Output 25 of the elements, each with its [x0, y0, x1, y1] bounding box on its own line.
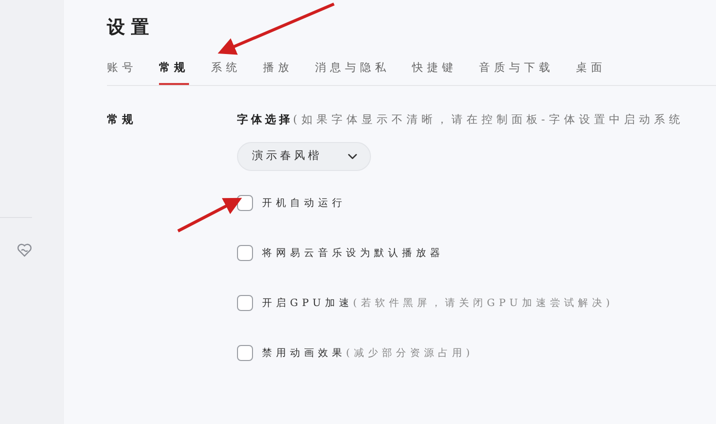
font-select-label: 字体选择 — [237, 112, 293, 128]
option-label: 将网易云音乐设为默认播放器 — [262, 246, 444, 260]
heart-icon[interactable] — [17, 243, 32, 257]
tab[interactable]: 快捷键 — [412, 60, 457, 84]
page-title: 设置 — [107, 16, 155, 40]
tab[interactable]: 播放 — [263, 60, 293, 84]
tab[interactable]: 账号 — [107, 60, 137, 84]
option-hint: (若软件黑屏，请关闭GPU加速尝试解决) — [352, 296, 614, 310]
font-dropdown[interactable]: 演示春风楷 — [237, 142, 371, 171]
tab[interactable]: 系统 — [211, 60, 241, 84]
section-label: 常规 — [107, 112, 137, 128]
checkbox[interactable] — [237, 195, 253, 211]
annotation-arrow — [177, 198, 242, 232]
option-label: 开启GPU加速 — [262, 296, 353, 310]
checkbox[interactable] — [237, 345, 253, 361]
font-select-hint: (如果字体显示不清晰，请在控制面板-字体设置中启动系统 — [293, 112, 684, 128]
option-label: 禁用动画效果 — [262, 346, 346, 360]
checkbox[interactable] — [237, 295, 253, 311]
checkbox[interactable] — [237, 245, 253, 261]
option-hint: (减少部分资源占用) — [346, 346, 474, 360]
tab[interactable]: 常规 — [159, 60, 189, 84]
option-label: 开机自动运行 — [262, 196, 346, 210]
tab[interactable]: 桌面 — [576, 60, 606, 84]
tab[interactable]: 音质与下载 — [479, 60, 554, 84]
tab[interactable]: 消息与隐私 — [315, 60, 390, 84]
